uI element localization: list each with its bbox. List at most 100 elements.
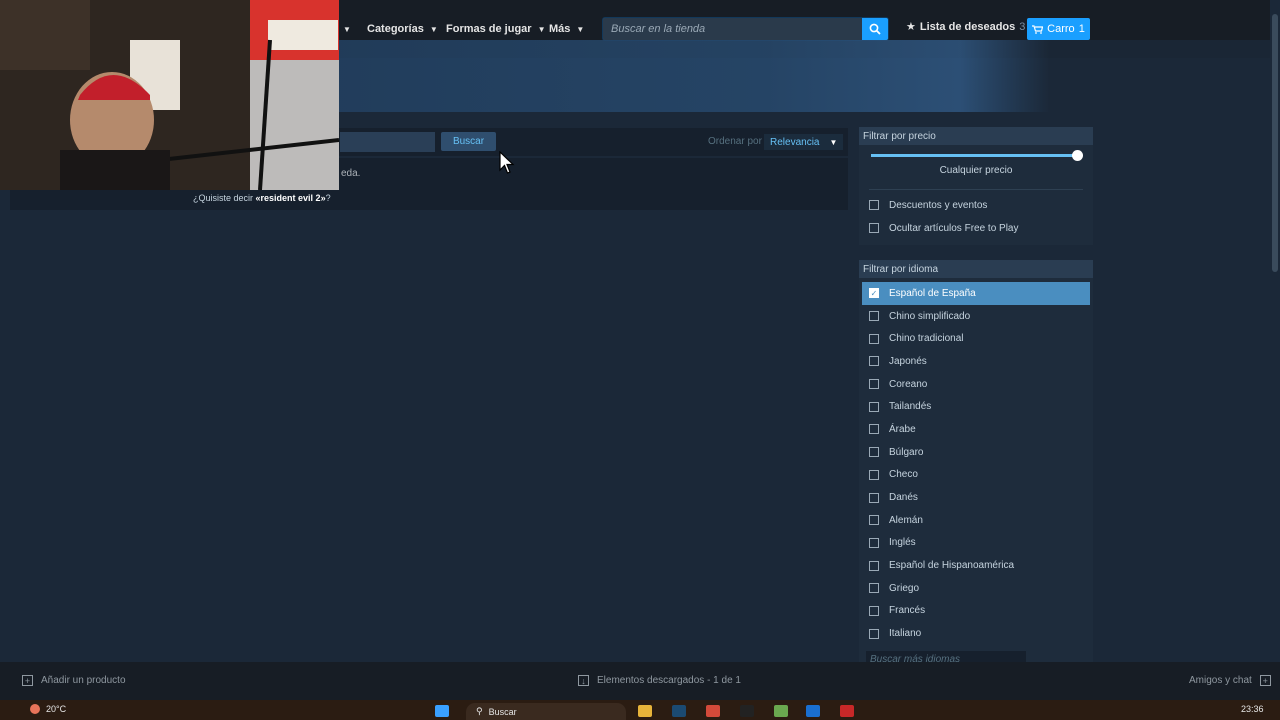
cart-count: 1 — [1078, 23, 1085, 35]
language-label: Chino simplificado — [889, 310, 971, 322]
language-filter-title: Filtrar por idioma — [859, 260, 1093, 278]
app-icon[interactable] — [840, 705, 854, 717]
checkbox[interactable] — [869, 223, 879, 234]
weather-icon — [30, 704, 40, 714]
store-search — [602, 17, 889, 41]
checkbox[interactable] — [869, 200, 879, 211]
checkbox[interactable] — [869, 628, 879, 639]
add-product-button[interactable]: + Añadir un producto — [22, 675, 126, 686]
outlook-icon[interactable] — [806, 705, 820, 717]
client-bottom-bar: + Añadir un producto ↓ Elementos descarg… — [0, 662, 1280, 700]
steam-icon[interactable] — [672, 705, 686, 717]
wishlist-count: 3 — [1019, 20, 1026, 33]
checkbox[interactable] — [869, 583, 879, 594]
menu-categorias[interactable]: Categorías ▼ — [367, 18, 438, 40]
xbox-icon[interactable] — [774, 705, 788, 717]
language-option[interactable]: Árabe — [859, 418, 1093, 441]
language-option[interactable]: Francés — [859, 600, 1093, 623]
wishlist-link[interactable]: ★ Lista de deseados 3 — [906, 20, 1026, 34]
price-option[interactable]: Descuentos y eventos — [859, 194, 1093, 217]
checkbox[interactable] — [869, 469, 879, 480]
price-value-label: Cualquier precio — [939, 165, 1013, 176]
chevron-down-icon: ▼ — [576, 24, 585, 34]
chrome-icon[interactable] — [706, 705, 720, 717]
language-option[interactable]: Griego — [859, 577, 1093, 600]
taskbar-search[interactable]: ⚲ Buscar — [466, 703, 626, 720]
file-explorer-icon[interactable] — [638, 705, 652, 717]
search-term-input[interactable] — [340, 132, 435, 152]
price-option[interactable]: Ocultar artículos Free to Play — [859, 217, 1093, 240]
page-scrollbar[interactable] — [1270, 0, 1280, 662]
taskbar-search-label: Buscar — [488, 706, 517, 717]
checkbox[interactable] — [869, 537, 879, 548]
price-option-label: Descuentos y eventos — [889, 199, 988, 211]
caret-down-icon: ▼ — [829, 137, 838, 147]
cart-icon — [1032, 24, 1044, 34]
language-option[interactable]: ✓ Español de España — [862, 282, 1090, 305]
language-option[interactable]: Chino simplificado — [859, 305, 1093, 328]
downloads-label: Elementos descargados - 1 de 1 — [597, 675, 741, 686]
clock: 23:36 — [1241, 704, 1264, 714]
language-label: Español de Hispanoamérica — [889, 560, 1015, 572]
language-option[interactable]: Chino tradicional — [859, 327, 1093, 350]
no-results-text: eda. — [341, 168, 361, 179]
language-label: Árabe — [889, 423, 916, 435]
checkbox[interactable] — [869, 605, 879, 616]
webcam-video-image — [0, 0, 339, 190]
search-button[interactable] — [862, 18, 888, 40]
checkbox[interactable] — [869, 447, 879, 458]
friends-chat-button[interactable]: Amigos y chat + — [1189, 675, 1271, 686]
language-label: Francés — [889, 605, 926, 617]
language-option[interactable]: Español de Hispanoamérica — [859, 554, 1093, 577]
friends-icon: + — [1259, 675, 1271, 686]
checkbox[interactable] — [869, 515, 879, 526]
sort-value: Relevancia — [770, 136, 820, 148]
search-submit-button[interactable]: Buscar — [441, 132, 496, 151]
price-slider[interactable] — [859, 145, 1093, 165]
menu-label: Formas de jugar — [446, 23, 532, 35]
chevron-down-icon[interactable]: ▼ — [343, 18, 351, 40]
language-option[interactable]: Alemán — [859, 509, 1093, 532]
language-option[interactable]: Checo — [859, 464, 1093, 487]
price-slider-handle[interactable] — [1072, 150, 1083, 161]
checkbox[interactable] — [869, 560, 879, 571]
language-option[interactable]: Inglés — [859, 532, 1093, 555]
language-label: Coreano — [889, 378, 928, 390]
divider — [869, 189, 1083, 190]
did-you-mean-link[interactable]: «resident evil 2» — [256, 193, 326, 203]
cart-label: Carro — [1047, 23, 1075, 35]
language-label: Checo — [889, 469, 918, 481]
mouse-cursor-icon — [499, 151, 515, 174]
language-label: Español de España — [889, 287, 976, 299]
scrollbar-thumb[interactable] — [1272, 14, 1278, 272]
checkbox[interactable]: ✓ — [869, 288, 879, 299]
epic-games-icon[interactable] — [740, 705, 754, 717]
language-option[interactable]: Tailandés — [859, 395, 1093, 418]
checkbox[interactable] — [869, 424, 879, 435]
checkbox[interactable] — [869, 333, 879, 344]
price-option-label: Ocultar artículos Free to Play — [889, 222, 1019, 234]
language-label: Búlgaro — [889, 446, 924, 458]
menu-label: Más — [549, 23, 571, 35]
language-option[interactable]: Italiano — [859, 622, 1093, 645]
checkbox[interactable] — [869, 356, 879, 367]
language-option[interactable]: Japonés — [859, 350, 1093, 373]
weather-widget[interactable]: 20°C — [30, 704, 66, 714]
chevron-down-icon: ▼ — [537, 24, 546, 34]
checkbox[interactable] — [869, 379, 879, 390]
checkbox[interactable] — [869, 401, 879, 412]
downloads-button[interactable]: ↓ Elementos descargados - 1 de 1 — [578, 675, 741, 686]
menu-mas[interactable]: Más ▼ — [549, 18, 584, 40]
menu-formas-de-jugar[interactable]: Formas de jugar ▼ — [446, 18, 546, 40]
language-option[interactable]: Coreano — [859, 373, 1093, 396]
windows-start-icon[interactable] — [435, 705, 449, 717]
sort-select[interactable]: Relevancia ▼ — [764, 134, 844, 150]
checkbox[interactable] — [869, 492, 879, 503]
language-label: Japonés — [889, 355, 927, 367]
language-label: Alemán — [889, 514, 923, 526]
cart-button[interactable]: Carro 1 — [1027, 18, 1090, 40]
checkbox[interactable] — [869, 311, 879, 322]
language-option[interactable]: Danés — [859, 486, 1093, 509]
language-option[interactable]: Búlgaro — [859, 441, 1093, 464]
store-search-input[interactable] — [603, 18, 862, 40]
